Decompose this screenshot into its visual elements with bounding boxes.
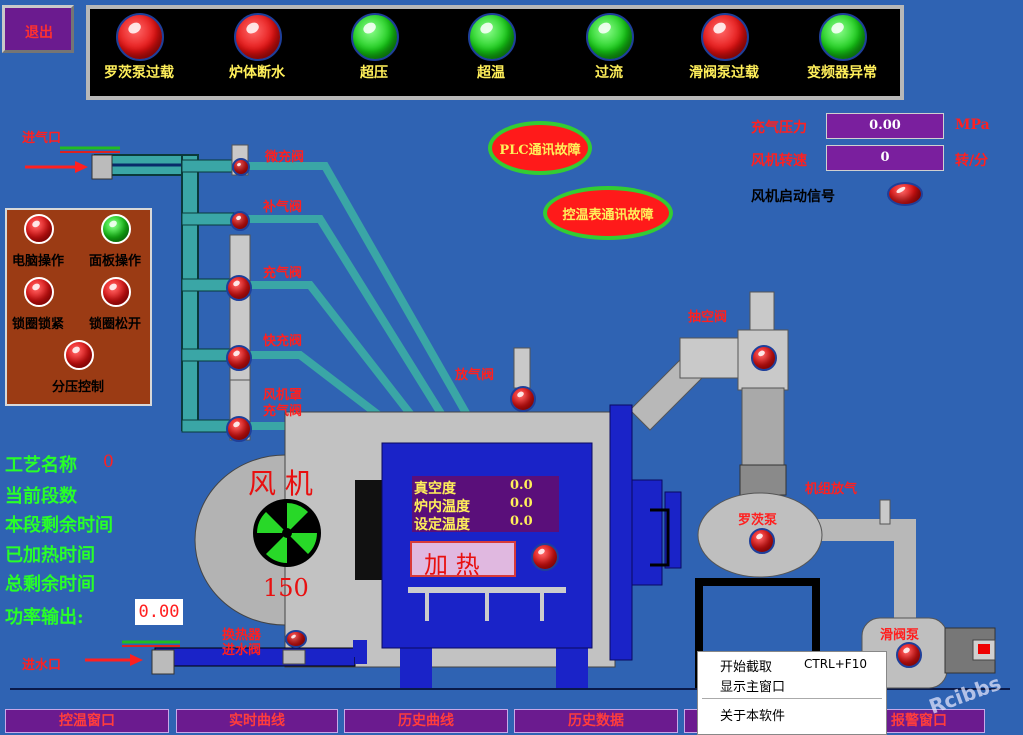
- heat-lamp-icon[interactable]: [531, 543, 559, 571]
- make-up-valve-icon[interactable]: [230, 211, 250, 231]
- control-lamp-icon[interactable]: [24, 214, 54, 244]
- furnace-readout-label: 设定温度: [414, 517, 470, 533]
- capture-shortcut: CTRL+F10: [804, 657, 867, 671]
- show-main-window-menu-item[interactable]: 显示主窗口: [720, 676, 785, 695]
- fan-title: 风 机: [248, 467, 313, 500]
- fast-charge-valve-icon[interactable]: [226, 345, 252, 371]
- furnace-readout-value: 0.0: [510, 496, 533, 511]
- control-lamp-label: 锁圈松开: [88, 317, 141, 332]
- vacuum-valve-icon[interactable]: [751, 345, 777, 371]
- control-lamp-icon[interactable]: [24, 277, 54, 307]
- fan-cover-charge-valve-icon[interactable]: [226, 416, 252, 442]
- bottom-tab[interactable]: 历史数据: [514, 709, 678, 733]
- heated-time-label: 已加热时间: [5, 545, 95, 566]
- control-lamp-icon[interactable]: [101, 277, 131, 307]
- control-lamp-label: 锁圈锁紧: [11, 317, 64, 332]
- fan-start-indicator: [887, 182, 923, 206]
- furnace-readout-value: 0.0: [510, 478, 533, 493]
- plc-fault-indicator: PLC通讯故障: [488, 121, 592, 175]
- charge-pressure-unit: MPa: [955, 117, 990, 133]
- fan-start-label: 风机启动信号: [751, 189, 835, 205]
- micro-charge-label: 微充阀: [265, 150, 305, 165]
- charge-pressure-label: 充气压力: [751, 120, 807, 136]
- fan-speed-unit: 转/分: [955, 153, 989, 169]
- total-remaining-label: 总剩余时间: [5, 574, 95, 595]
- furnace-readout-value: 0.0: [510, 514, 533, 529]
- control-lamp-icon[interactable]: [64, 340, 94, 370]
- inlet-gas-label: 进气口: [22, 131, 62, 146]
- about-menu-item[interactable]: 关于本软件: [720, 705, 785, 724]
- power-output-value: 0.00: [135, 599, 183, 625]
- bottom-tab[interactable]: 实时曲线: [176, 709, 338, 733]
- heat-button-label: 加 热: [424, 551, 480, 579]
- control-lamp-label: 分压控制: [51, 380, 104, 395]
- micro-charge-valve-icon[interactable]: [232, 158, 250, 176]
- charge-pressure-value: 0.00: [826, 113, 944, 139]
- fan-speed-display: 150: [263, 574, 309, 602]
- vent-label: 放气阀: [455, 368, 495, 383]
- bottom-tab[interactable]: 历史曲线: [344, 709, 508, 733]
- roots-pump-icon[interactable]: [749, 528, 775, 554]
- bottom-tab[interactable]: 控温窗口: [5, 709, 169, 733]
- unit-vent-label: 机组放气: [805, 482, 858, 497]
- context-menu: 开始截取 CTRL+F10 显示主窗口 关于本软件: [697, 651, 887, 735]
- slide-pump-icon[interactable]: [896, 642, 922, 668]
- heat-button[interactable]: 加 热: [410, 541, 516, 579]
- water-inlet-label: 进水口: [22, 658, 62, 673]
- power-output-label: 功率输出:: [5, 607, 84, 628]
- segment-remaining-label: 本段剩余时间: [5, 515, 113, 536]
- exchanger-inlet-label: 进水阀: [222, 643, 262, 658]
- slide-pump-label: 滑阀泵: [880, 628, 920, 643]
- fan-speed-value: 0: [826, 145, 944, 171]
- control-lamp-label: 电脑操作: [11, 254, 64, 269]
- control-lamp-label: 面板操作: [88, 254, 141, 269]
- temp-ctrl-fault-label: 控温表通讯故障: [562, 208, 654, 223]
- fast-charge-label: 快充阀: [263, 334, 303, 349]
- roots-pump-label: 罗茨泵: [738, 513, 778, 528]
- vacuum-valve-label: 抽空阀: [688, 310, 728, 325]
- temp-ctrl-fault-indicator: 控温表通讯故障: [543, 186, 673, 240]
- furnace-readout-label: 真空度: [414, 481, 456, 497]
- make-up-label: 补气阀: [263, 200, 303, 215]
- start-capture-menu-item[interactable]: 开始截取: [720, 656, 772, 675]
- charge-label: 充气阀: [263, 266, 303, 281]
- control-lamp-icon[interactable]: [101, 214, 131, 244]
- current-segment-label: 当前段数: [5, 486, 77, 507]
- furnace-readout-label: 炉内温度: [414, 499, 470, 515]
- process-name-value: 0: [103, 452, 114, 472]
- vent-valve-icon[interactable]: [510, 386, 536, 412]
- menu-separator: [702, 698, 882, 699]
- plc-fault-label: PLC通讯故障: [499, 143, 581, 158]
- process-name-label: 工艺名称: [5, 455, 77, 476]
- exchanger-valve-handle-icon[interactable]: [285, 630, 307, 648]
- fan-speed-label: 风机转速: [751, 153, 807, 169]
- charge-valve-icon[interactable]: [226, 275, 252, 301]
- fan-cover-charge-label: 充气阀: [263, 404, 303, 419]
